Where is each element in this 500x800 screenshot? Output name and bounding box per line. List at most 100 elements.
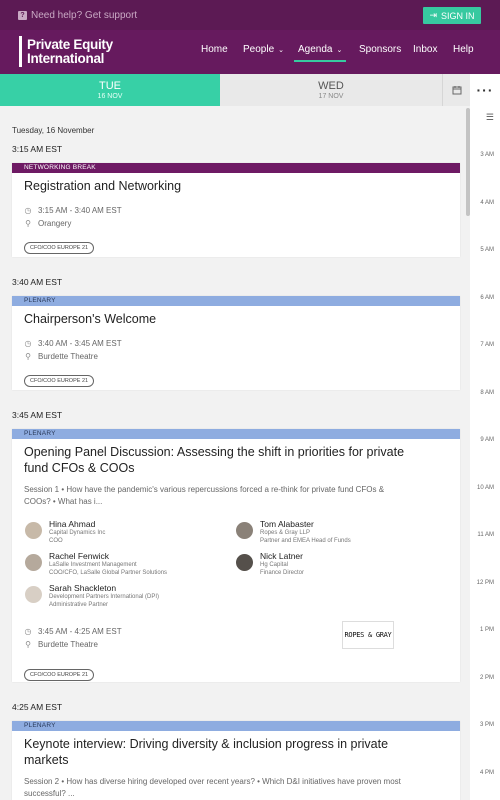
nav-inbox[interactable]: Inbox	[413, 44, 437, 55]
session-card[interactable]: PLENARY Keynote interview: Driving diver…	[12, 721, 460, 800]
ropes-gray-sponsor-logo[interactable]: ROPES & GRAY	[342, 621, 394, 649]
timeline-tick: 9 AM	[480, 437, 494, 443]
session-title[interactable]: Opening Panel Discussion: Assessing the …	[12, 439, 460, 476]
day-date: 17 NOV	[318, 93, 344, 100]
calendar-icon	[452, 86, 461, 95]
day-tab-tue[interactable]: TUE 16 NOV	[0, 74, 220, 106]
nav-people-label: People	[243, 44, 275, 55]
location-pin-icon: ⚲	[25, 218, 31, 228]
timeline-rail: ☰ 3 AM 4 AM 5 AM 6 AM 7 AM 8 AM 9 AM 10 AM 11 AM…	[470, 106, 500, 800]
timeline-tick: 7 AM	[480, 342, 494, 348]
logo-line-2: International	[27, 51, 105, 66]
session-title-line-1: Keynote interview: Driving diversity & i…	[24, 737, 389, 751]
nav-sponsors[interactable]: Sponsors	[359, 44, 401, 55]
speaker-org: Ropes & Gray LLP	[260, 530, 311, 536]
timeline-tick: 6 AM	[480, 294, 494, 301]
help-icon: ?	[18, 10, 27, 20]
day-tabs: TUE 16 NOV WED 17 NOV ···	[0, 74, 500, 106]
nav-agenda-label: Agenda	[298, 44, 333, 55]
session-time-range: 3:15 AM - 3:40 AM EST	[38, 205, 122, 215]
speaker-role: Finance Director	[260, 570, 305, 576]
session-description: Session 1 • How have the pandemic's vari…	[12, 484, 460, 507]
top-bar: ? Need help? Get support ⇥ SIGN IN	[0, 0, 500, 30]
nav-help[interactable]: Help	[453, 44, 474, 55]
help-text: Need help? Get support	[31, 9, 138, 21]
main-nav: Private Equity International Home People…	[0, 30, 500, 74]
speaker-org: LaSalle Investment Management	[49, 562, 137, 568]
speaker[interactable]: Sarah Shackleton Development Partners In…	[25, 583, 159, 609]
timeline-tick: 12 PM	[476, 579, 494, 586]
track-pill[interactable]: CFO/COO EUROPE 21	[24, 375, 95, 387]
nav-people[interactable]: People ⌄	[243, 44, 284, 55]
sign-in-label: SIGN IN	[441, 10, 475, 21]
clock-icon: ◷	[24, 205, 32, 215]
session-time-range: 3:40 AM - 3:45 AM EST	[38, 338, 122, 348]
nav-agenda[interactable]: Agenda ⌄	[298, 44, 342, 55]
list-view-icon[interactable]: ☰	[486, 112, 494, 123]
session-location-row: ⚲ Burdette Theatre	[12, 638, 98, 650]
timeline-tick: 4 AM	[480, 199, 494, 206]
session-location-row: ⚲ Orangery	[12, 217, 460, 229]
speaker[interactable]: Hina Ahmad Capital Dynamics Inc COO	[25, 519, 105, 545]
slot-time: 3:15 AM EST	[12, 144, 63, 154]
slot-time: 4:25 AM EST	[12, 702, 63, 712]
timeline-tick: 4 PM	[479, 769, 494, 776]
session-description-line-2: successful? ...	[24, 788, 75, 798]
session-location: Orangery	[38, 218, 72, 228]
session-location: Burdette Theatre	[38, 351, 98, 361]
sign-in-button[interactable]: ⇥ SIGN IN	[423, 7, 481, 24]
logo-text: Private Equity International	[27, 36, 113, 67]
agenda-list: Tuesday, 16 November 3:15 AM EST NETWORK…	[0, 106, 470, 800]
session-title-line-2: markets	[24, 753, 69, 767]
session-tag: NETWORKING BREAK	[12, 163, 460, 173]
pei-logo[interactable]: Private Equity International	[19, 36, 113, 67]
speaker-name: Hina Ahmad	[49, 519, 96, 529]
session-time-range: 3:45 AM - 4:25 AM EST	[38, 626, 122, 636]
speaker-name: Sarah Shackleton	[49, 583, 117, 593]
session-tag: PLENARY	[12, 429, 460, 439]
timeline-tick: 10 AM	[476, 484, 494, 491]
sign-in-icon: ⇥	[429, 10, 438, 20]
location-pin-icon: ⚲	[25, 639, 31, 649]
session-card[interactable]: PLENARY Opening Panel Discussion: Assess…	[12, 429, 460, 682]
calendar-button[interactable]	[442, 74, 470, 106]
speaker-org: Hg Capital	[260, 562, 289, 568]
speaker-org: Development Partners International (DPI)	[49, 594, 160, 600]
nav-active-indicator	[294, 60, 346, 62]
location-pin-icon: ⚲	[25, 351, 31, 361]
session-title[interactable]: Keynote interview: Driving diversity & i…	[12, 731, 460, 768]
session-title[interactable]: Chairperson's Welcome	[12, 306, 460, 327]
session-time-row: ◷ 3:45 AM - 4:25 AM EST	[12, 625, 122, 637]
speaker-role: COO/CFO, LaSalle Global Partner Solution…	[49, 570, 168, 576]
avatar	[25, 586, 42, 603]
timeline-tick: 8 AM	[480, 389, 494, 396]
session-title-line-1: Opening Panel Discussion: Assessing the …	[24, 445, 405, 459]
session-description-line-1: Session 2 • How has diverse hiring devel…	[24, 777, 401, 786]
date-heading: Tuesday, 16 November	[12, 126, 95, 135]
avatar	[236, 522, 253, 539]
day-tab-wed[interactable]: WED 17 NOV	[220, 74, 442, 106]
speaker[interactable]: Nick Latner Hg Capital Finance Director	[236, 551, 304, 577]
more-icon: ···	[476, 82, 494, 98]
session-description-line-1: Session 1 • How have the pandemic's vari…	[24, 485, 385, 494]
session-location-row: ⚲ Burdette Theatre	[12, 350, 460, 362]
track-pill[interactable]: CFO/COO EUROPE 21	[24, 242, 95, 254]
speaker-role: Partner and EMEA Head of Funds	[260, 538, 351, 544]
speaker[interactable]: Tom Alabaster Ropes & Gray LLP Partner a…	[236, 519, 351, 545]
session-title[interactable]: Registration and Networking	[12, 173, 460, 194]
session-tag: PLENARY	[12, 296, 460, 306]
avatar	[25, 554, 42, 571]
nav-home[interactable]: Home	[201, 44, 228, 55]
timeline-tick: 3 AM	[480, 152, 494, 158]
track-pill[interactable]: CFO/COO EUROPE 21	[24, 669, 95, 681]
session-time-row: ◷ 3:40 AM - 3:45 AM EST	[12, 337, 460, 349]
session-card[interactable]: NETWORKING BREAK Registration and Networ…	[12, 163, 460, 257]
session-tag: PLENARY	[12, 721, 460, 731]
speaker[interactable]: Rachel Fenwick LaSalle Investment Manage…	[25, 551, 167, 577]
more-options-button[interactable]: ···	[470, 74, 500, 106]
slot-time: 3:45 AM EST	[12, 410, 63, 420]
slot-time: 3:40 AM EST	[12, 277, 63, 287]
timeline-tick: 1 PM	[479, 627, 494, 633]
help-link[interactable]: ? Need help? Get support	[18, 10, 137, 21]
session-card[interactable]: PLENARY Chairperson's Welcome ◷ 3:40 AM …	[12, 296, 460, 390]
